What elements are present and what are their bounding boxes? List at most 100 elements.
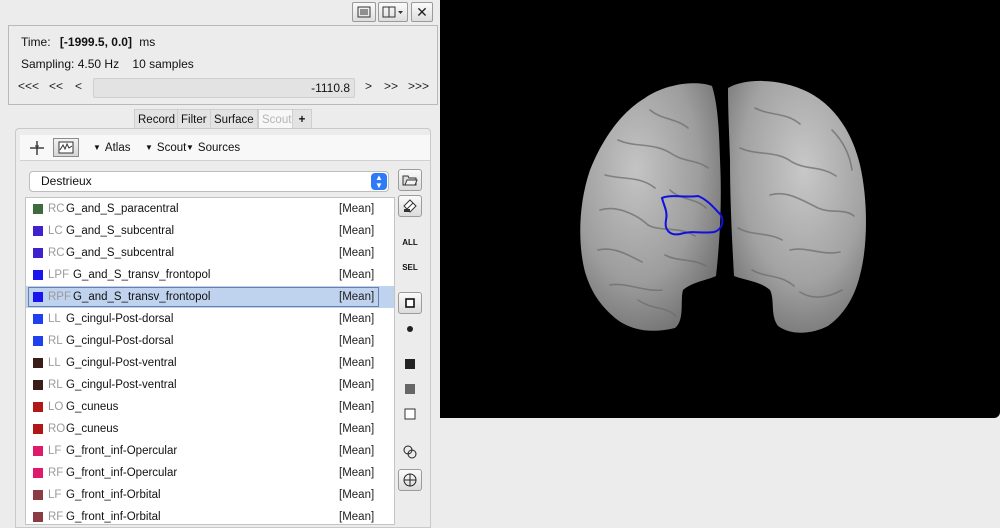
tab-scout[interactable]: Scout [258, 109, 296, 129]
scout-region-code: LF [48, 489, 62, 501]
scout-region-code: LC [48, 225, 63, 237]
color-swatch[interactable] [33, 204, 43, 214]
scout-region-code: LPF [48, 269, 70, 281]
scout-name: G_cingul-Post-ventral [66, 379, 177, 391]
scout-list[interactable]: RC G_and_S_paracentral [Mean] LC G_and_S_sub… [25, 197, 395, 525]
color-swatch[interactable] [33, 292, 43, 302]
scout-row[interactable]: LO G_cuneus [Mean] [26, 396, 394, 418]
step-back-button[interactable]: < [75, 79, 82, 93]
step-forward-button[interactable]: > [365, 79, 372, 93]
scout-function: [Mean] [339, 401, 375, 413]
color-swatch[interactable] [33, 490, 43, 500]
scout-name: G_cuneus [66, 401, 119, 413]
time-panel: Time: [-1999.5, 0.0] ms Sampling: 4.50 H… [8, 25, 438, 105]
scout-row[interactable]: RF G_front_inf-Orbital [Mean] [26, 506, 394, 524]
scout-region-code: LL [48, 357, 61, 369]
sources-menu[interactable]: ▼ Sources [186, 142, 240, 154]
scout-row[interactable]: RC G_and_S_subcentral [Mean] [26, 242, 394, 264]
color-swatch[interactable] [33, 402, 43, 412]
scout-row[interactable]: RO G_cuneus [Mean] [26, 418, 394, 440]
color-swatch[interactable] [33, 314, 43, 324]
scout-name: G_front_inf-Orbital [66, 489, 161, 501]
current-time-input[interactable]: -1110.8 [93, 78, 355, 98]
seed-point-icon[interactable] [398, 318, 422, 340]
step-forward-fast-button[interactable]: >> [384, 79, 398, 93]
brain-3d-view[interactable] [440, 0, 1000, 418]
scout-row[interactable]: RF G_front_inf-Opercular [Mean] [26, 462, 394, 484]
crosshair-icon[interactable] [28, 139, 46, 157]
scout-function: [Mean] [339, 357, 375, 369]
tab-record[interactable]: Record [134, 109, 180, 129]
scout-name: G_and_S_subcentral [66, 247, 175, 259]
time-series-icon[interactable] [53, 138, 79, 157]
scout-row[interactable]: LC G_and_S_subcentral [Mean] [26, 220, 394, 242]
scout-toolbar: ▼ Atlas ▼ Scout ▼ Sources [20, 135, 430, 161]
scout-region-code: RC [48, 203, 65, 215]
scout-row[interactable]: RC G_and_S_paracentral [Mean] [26, 198, 394, 220]
jump-end-button[interactable]: >>> [408, 79, 429, 93]
step-back-fast-button[interactable]: << [49, 79, 63, 93]
scout-row[interactable]: LL G_cingul-Post-ventral [Mean] [26, 352, 394, 374]
tab-surface[interactable]: Surface [210, 109, 258, 129]
panel-toolbar: ✕ [0, 0, 440, 24]
scout-region-code: RF [48, 467, 64, 479]
scout-row[interactable]: RPF G_and_S_transv_frontopol [Mean] [26, 286, 394, 308]
scout-row[interactable]: RL G_cingul-Post-dorsal [Mean] [26, 330, 394, 352]
scout-menu-label: Scout [156, 142, 187, 154]
scout-function: [Mean] [339, 225, 375, 237]
atlas-select[interactable]: Destrieux ▲ ▼ [29, 171, 389, 192]
scout-row[interactable]: LF G_front_inf-Orbital [Mean] [26, 484, 394, 506]
scout-function: [Mean] [339, 379, 375, 391]
load-atlas-button[interactable] [398, 169, 422, 191]
scout-name: G_and_S_paracentral [66, 203, 179, 215]
select-button[interactable]: SEL [398, 256, 422, 278]
scout-region-code: RF [48, 511, 64, 523]
region-color-icon[interactable] [398, 441, 422, 463]
color-swatch[interactable] [33, 226, 43, 236]
tab-filter[interactable]: Filter [177, 109, 211, 129]
brain-view-icon[interactable] [398, 469, 422, 491]
list-options-icon[interactable] [352, 2, 376, 22]
color-swatch[interactable] [33, 248, 43, 258]
atlas-menu-label: Atlas [104, 142, 131, 154]
updown-chevron-icon: ▲ ▼ [371, 173, 387, 190]
transparent-fill-icon[interactable] [398, 403, 422, 425]
atlas-menu[interactable]: ▼ Atlas [93, 142, 131, 154]
scout-name: G_front_inf-Opercular [66, 467, 178, 479]
color-swatch[interactable] [33, 424, 43, 434]
scout-name: G_front_inf-Orbital [66, 511, 161, 523]
time-unit: ms [139, 35, 156, 49]
scout-row[interactable]: LF G_front_inf-Opercular [Mean] [26, 440, 394, 462]
save-atlas-button[interactable] [398, 195, 422, 217]
scout-region-code: RPF [48, 291, 71, 303]
layout-menu-icon[interactable] [378, 2, 408, 22]
opaque-fill-icon[interactable] [398, 353, 422, 375]
scout-row[interactable]: RL G_cingul-Post-ventral [Mean] [26, 374, 394, 396]
color-swatch[interactable] [33, 468, 43, 478]
scout-row[interactable]: LPF G_and_S_transv_frontopol [Mean] [26, 264, 394, 286]
scout-region-code: LL [48, 313, 61, 325]
color-swatch[interactable] [33, 358, 43, 368]
color-swatch[interactable] [33, 380, 43, 390]
samples-count: 10 samples [132, 57, 194, 71]
color-swatch[interactable] [33, 270, 43, 280]
time-line: Time: [-1999.5, 0.0] ms [21, 35, 155, 49]
scout-menu[interactable]: ▼ Scout [145, 142, 186, 154]
scout-function: [Mean] [339, 467, 375, 479]
scout-function: [Mean] [339, 335, 375, 347]
color-swatch[interactable] [33, 512, 43, 522]
scout-name: G_and_S_subcentral [66, 225, 175, 237]
select-all-button[interactable]: ALL [398, 231, 422, 253]
scout-function: [Mean] [339, 269, 375, 281]
add-tab-button[interactable]: + [292, 109, 312, 129]
time-label: Time: [21, 35, 51, 49]
semi-transparent-fill-icon[interactable] [398, 378, 422, 400]
jump-start-button[interactable]: <<< [18, 79, 39, 93]
scout-function: [Mean] [339, 313, 375, 325]
color-swatch[interactable] [33, 336, 43, 346]
scout-name: G_cuneus [66, 423, 119, 435]
close-icon[interactable]: ✕ [411, 2, 433, 22]
contour-display-icon[interactable] [398, 292, 422, 314]
scout-row[interactable]: LL G_cingul-Post-dorsal [Mean] [26, 308, 394, 330]
color-swatch[interactable] [33, 446, 43, 456]
